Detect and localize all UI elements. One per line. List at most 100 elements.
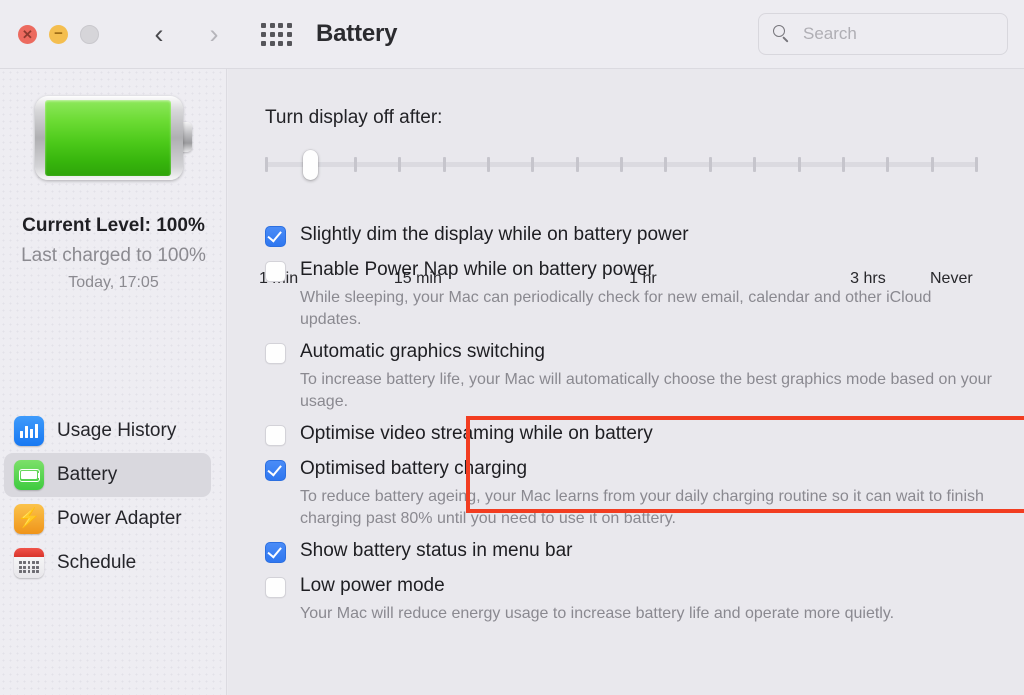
current-level-text: Current Level: 100% (22, 215, 205, 236)
sidebar: Current Level: 100% Last charged to 100%… (0, 69, 227, 695)
sidebar-item-label: Battery (57, 464, 118, 485)
close-icon: ✕ (22, 27, 33, 42)
turn-display-off-label: Turn display off after: (265, 107, 443, 128)
slider-tick (886, 157, 890, 172)
option-description: To increase battery life, your Mac will … (300, 371, 992, 410)
sidebar-item-schedule[interactable]: Schedule (4, 541, 211, 585)
sidebar-item-usage-history[interactable]: Usage History (4, 409, 211, 453)
checkbox-automatic-graphics-switching[interactable] (265, 343, 286, 364)
checkbox-optimised-battery-charging[interactable] (265, 460, 286, 481)
schedule-icon (14, 548, 44, 578)
show-all-icon[interactable] (261, 23, 292, 47)
row-spacer (228, 563, 1024, 575)
checkbox-show-battery-status-in-menu-bar[interactable] (265, 542, 286, 563)
option-label: Low power mode (300, 575, 445, 596)
option-label: Slightly dim the display while on batter… (300, 224, 689, 245)
grid-dot (278, 23, 283, 28)
slider-tick (265, 157, 268, 172)
option-description: To reduce battery ageing, your Mac learn… (300, 488, 984, 527)
slider-tick (708, 157, 712, 172)
slider-tick (353, 157, 357, 172)
grid-dot (278, 41, 283, 46)
slider-tick (975, 157, 978, 172)
slider-tick (664, 157, 668, 172)
checkbox-low-power-mode[interactable] (265, 577, 286, 598)
grid-dot (261, 32, 266, 37)
minimize-window-button[interactable]: − (49, 25, 68, 44)
row-spacer (228, 247, 1024, 259)
check-icon (267, 226, 282, 242)
slider-tick (575, 157, 579, 172)
sidebar-item-power-adapter[interactable]: ⚡ Power Adapter (4, 497, 211, 541)
page-title: Battery (316, 20, 398, 47)
last-charged-text: Last charged to 100% (21, 245, 206, 266)
nav-back-button[interactable]: ‹ (142, 17, 176, 51)
option-row[interactable]: Low power mode (228, 575, 1024, 598)
sidebar-item-label: Schedule (57, 552, 137, 573)
option-row[interactable]: Optimise video streaming while on batter… (228, 423, 1024, 446)
grid-dot (261, 23, 266, 28)
display-sleep-slider[interactable] (265, 150, 978, 180)
sidebar-list: Usage History Battery ⚡ Power Adapter Sc… (0, 409, 227, 585)
option-row[interactable]: Show battery status in menu bar (228, 540, 1024, 563)
battery-preferences-window: ✕ − ‹ › Battery Cur (0, 0, 1024, 695)
grid-dot (278, 32, 283, 37)
slider-tick (797, 157, 801, 172)
nav-forward-button[interactable]: › (197, 17, 231, 51)
window-titlebar: ✕ − ‹ › Battery (0, 0, 1024, 69)
slider-thumb[interactable] (303, 150, 319, 180)
option-label: Enable Power Nap while on battery power (300, 259, 654, 280)
slider-tick (841, 157, 845, 172)
grid-dot (269, 41, 275, 46)
close-window-button[interactable]: ✕ (18, 25, 37, 44)
usage-history-icon (14, 416, 44, 446)
options-list: Slightly dim the display while on batter… (228, 224, 1024, 635)
option-row[interactable]: Optimised battery charging (228, 458, 1024, 481)
search-field[interactable] (758, 13, 1008, 55)
grid-dot (261, 41, 266, 46)
option-row[interactable]: Enable Power Nap while on battery power (228, 259, 1024, 282)
option-label: Automatic graphics switching (300, 341, 545, 362)
check-icon (267, 542, 282, 558)
slider-tick (442, 157, 446, 172)
search-input[interactable] (801, 23, 995, 45)
slider-tick (531, 157, 535, 172)
row-spacer (228, 413, 1024, 423)
row-spacer (228, 625, 1024, 635)
checkbox-slightly-dim-the-display-while-on-battery-power[interactable] (265, 226, 286, 247)
slider-tick (486, 157, 490, 172)
sidebar-item-label: Power Adapter (57, 508, 182, 529)
check-icon (267, 460, 282, 476)
grid-dot (269, 23, 275, 28)
battery-level-graphic (33, 94, 193, 184)
checkbox-optimise-video-streaming-while-on-battery[interactable] (265, 425, 286, 446)
option-label: Show battery status in menu bar (300, 540, 573, 561)
zoom-window-button[interactable] (80, 25, 99, 44)
option-description: Your Mac will reduce energy usage to inc… (300, 605, 895, 622)
grid-dot (286, 23, 292, 28)
search-icon (773, 25, 791, 43)
checkbox-enable-power-nap-while-on-battery-power[interactable] (265, 261, 286, 282)
row-spacer (228, 530, 1024, 540)
slider-tick (753, 157, 757, 172)
power-adapter-icon: ⚡ (14, 504, 44, 534)
sidebar-item-battery[interactable]: Battery (4, 453, 211, 497)
slider-tick (930, 157, 934, 172)
slider-tick (398, 157, 402, 172)
option-label: Optimise video streaming while on batter… (300, 423, 653, 444)
option-description: While sleeping, your Mac can periodicall… (300, 289, 932, 328)
slider-tick (620, 157, 623, 172)
minimize-icon: − (54, 25, 63, 42)
content-pane: Turn display off after: 1 min15 min1 hr3… (228, 69, 1024, 695)
row-spacer (228, 331, 1024, 341)
grid-dot (269, 32, 275, 37)
option-row[interactable]: Automatic graphics switching (228, 341, 1024, 364)
row-spacer (228, 446, 1024, 458)
option-row[interactable]: Slightly dim the display while on batter… (228, 224, 1024, 247)
option-label: Optimised battery charging (300, 458, 528, 479)
grid-dot (286, 41, 292, 46)
last-charged-time: Today, 17:05 (68, 274, 159, 291)
grid-dot (286, 32, 292, 37)
sidebar-item-label: Usage History (57, 420, 177, 441)
battery-icon (14, 460, 44, 490)
